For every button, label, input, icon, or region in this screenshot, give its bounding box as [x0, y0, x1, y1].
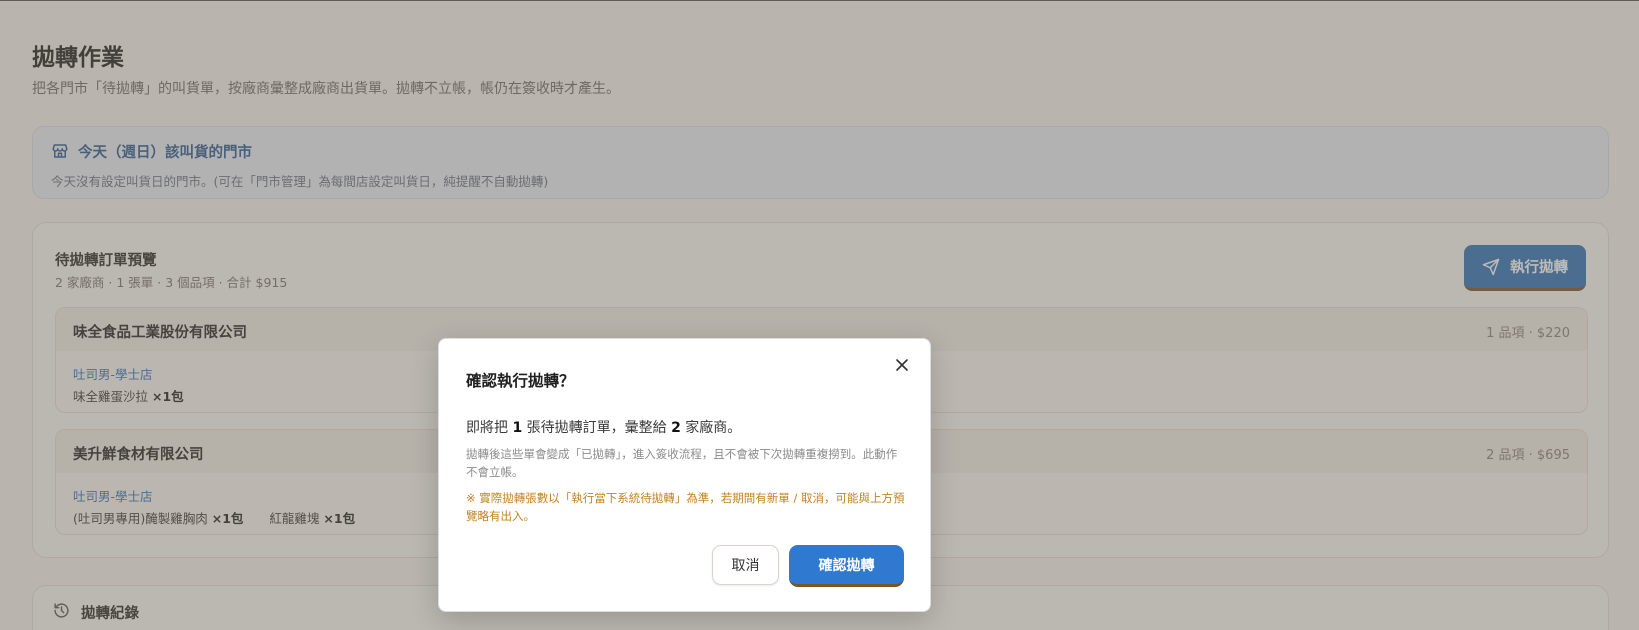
dialog-message-middle: 張待拋轉訂單，彙整給 [522, 420, 672, 436]
dialog-note: 拋轉後這些單會變成「已拋轉」，進入簽收流程，且不會被下次拋轉重複撈到。此動作不會… [466, 447, 898, 479]
dialog-message-suffix: 家廠商。 [680, 420, 742, 436]
dialog-title: 確認執行拋轉？ [466, 372, 575, 390]
confirm-transfer-dialog: 確認執行拋轉？ 即將把 1 張待拋轉訂單，彙整給 2 家廠商。 拋轉後這些單會變… [438, 338, 931, 612]
cancel-button[interactable]: 取消 [712, 545, 779, 585]
dialog-message: 即將把 1 張待拋轉訂單，彙整給 2 家廠商。 [466, 417, 741, 437]
dialog-warning: ※ 實際拋轉張數以「執行當下系統待拋轉」為準，若期間有新單 / 取消，可能與上方… [466, 491, 905, 523]
close-icon[interactable] [892, 355, 912, 375]
dialog-message-prefix: 即將把 [466, 420, 513, 436]
order-count: 1 [512, 420, 523, 436]
confirm-transfer-button[interactable]: 確認拋轉 [789, 545, 904, 587]
vendor-count: 2 [671, 420, 681, 436]
